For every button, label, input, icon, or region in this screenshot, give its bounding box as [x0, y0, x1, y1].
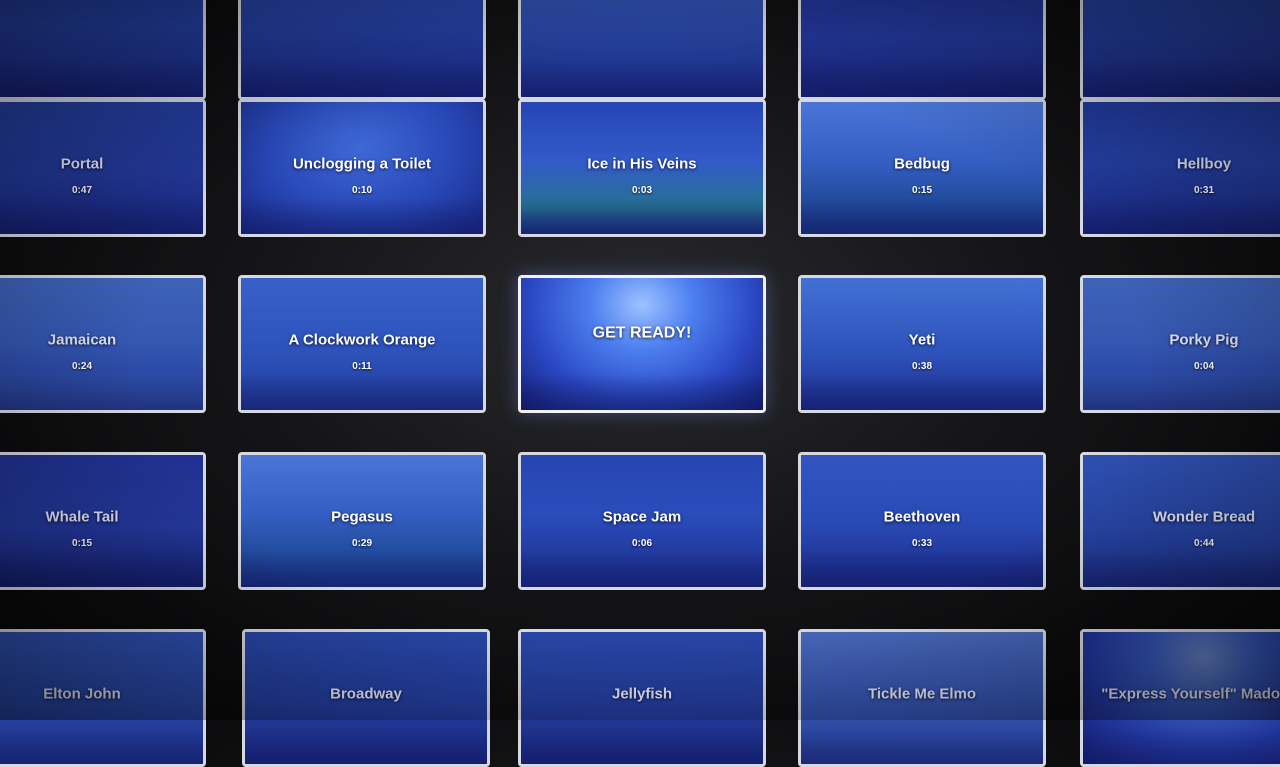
clip-card[interactable]: Broadway — [242, 629, 490, 767]
clip-card[interactable]: Yeti 0:38 — [798, 275, 1046, 413]
clip-title: Bedbug — [894, 155, 950, 173]
clip-title: Portal — [60, 155, 104, 173]
card-shade — [241, 0, 483, 97]
clip-title: Broadway — [330, 685, 402, 703]
clip-title: Beethoven — [883, 508, 961, 526]
clip-card[interactable]: 0:45 — [238, 0, 486, 100]
clip-duration: 0:04 — [1193, 360, 1214, 372]
clip-card[interactable]: Whale Tail 0:15 — [0, 452, 206, 590]
clip-title: Elton John — [43, 685, 121, 703]
clip-title: A Clockwork Orange — [288, 331, 436, 349]
clip-duration: 0:15 — [911, 184, 932, 196]
clip-card[interactable]: Jellyfish — [518, 629, 766, 767]
card-shade — [801, 0, 1043, 97]
clip-card[interactable]: Beethoven 0:33 — [798, 452, 1046, 590]
clip-card[interactable]: "Express Yourself" Madonna — [1080, 629, 1280, 767]
clip-duration: 0:06 — [631, 537, 652, 549]
clip-title: Tickle Me Elmo — [867, 685, 977, 703]
card-shade — [521, 278, 763, 410]
clip-card[interactable]: Porky Pig 0:04 — [1080, 275, 1280, 413]
clip-title: "Express Yourself" Madonna — [1101, 685, 1280, 703]
clip-title: Hellboy — [1176, 155, 1232, 173]
clip-duration: 0:38 — [911, 360, 932, 372]
clip-title: Ice in His Veins — [587, 155, 697, 173]
clip-duration: 0:29 — [351, 537, 372, 549]
clip-card[interactable]: 0:05 — [798, 0, 1046, 100]
clip-duration: 0:33 — [911, 537, 932, 549]
clip-card[interactable]: Portal 0:47 — [0, 99, 206, 237]
clip-title: Unclogging a Toilet — [292, 155, 432, 173]
clip-card[interactable]: 0:16 — [0, 0, 206, 100]
clip-title: Yeti — [908, 331, 936, 349]
clip-title: Jamaican — [47, 331, 117, 349]
clip-card[interactable]: Unclogging a Toilet 0:10 — [238, 99, 486, 237]
clip-title: Jellyfish — [611, 685, 673, 703]
clip-card[interactable]: Pegasus 0:29 — [238, 452, 486, 590]
clip-title: Porky Pig — [1169, 331, 1239, 349]
clip-card[interactable]: Elton John — [0, 629, 206, 767]
clip-card[interactable]: Hellboy 0:31 — [1080, 99, 1280, 237]
clip-duration: 0:31 — [1193, 184, 1214, 196]
clip-title: GET READY! — [592, 325, 692, 343]
clip-duration: 0:44 — [1193, 537, 1214, 549]
clip-card[interactable]: Space Jam 0:06 — [518, 452, 766, 590]
clip-duration: 0:03 — [631, 184, 652, 196]
card-shade — [1083, 0, 1280, 97]
clip-title: Space Jam — [602, 508, 682, 526]
card-shade — [521, 0, 763, 97]
card-shade — [0, 0, 203, 97]
clip-card[interactable]: Tickle Me Elmo — [798, 629, 1046, 767]
clip-card[interactable]: Bedbug 0:15 — [798, 99, 1046, 237]
clip-title: Pegasus — [331, 508, 393, 526]
clip-card[interactable]: 0:47 — [1080, 0, 1280, 100]
clip-duration: 0:24 — [71, 360, 92, 372]
clip-card[interactable]: A Clockwork Orange 0:11 — [238, 275, 486, 413]
clip-card[interactable]: Ice in His Veins 0:03 — [518, 99, 766, 237]
clip-duration: 0:10 — [351, 184, 372, 196]
clip-duration: 0:47 — [71, 184, 92, 196]
clip-title: Whale Tail — [45, 508, 119, 526]
clip-card[interactable]: GET READY! — [518, 275, 766, 413]
clip-card[interactable]: Jamaican 0:24 — [0, 275, 206, 413]
clip-card[interactable]: 0:12 — [518, 0, 766, 100]
clip-duration: 0:11 — [352, 360, 372, 372]
clip-duration: 0:15 — [71, 537, 92, 549]
clip-title: Wonder Bread — [1152, 508, 1256, 526]
clip-grid: 0:16 0:45 0:12 0:05 0:47 Portal 0:47 Unclogging… — [0, 0, 1280, 767]
clip-card[interactable]: Wonder Bread 0:44 — [1080, 452, 1280, 590]
